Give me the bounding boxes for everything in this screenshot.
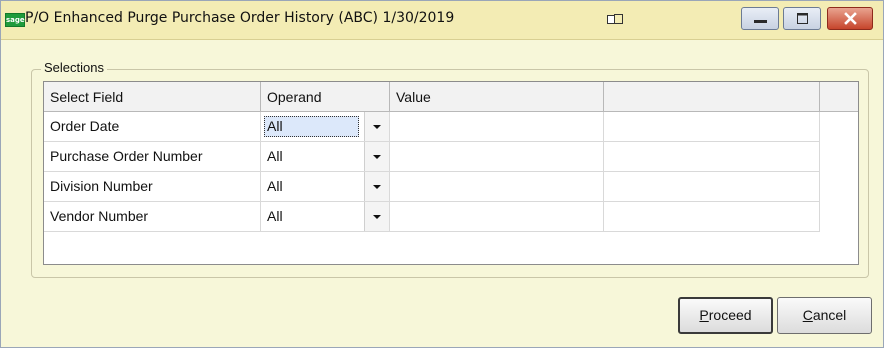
column-header-operand[interactable]: Operand bbox=[261, 82, 390, 112]
operand-value: All bbox=[267, 178, 283, 194]
proceed-mnemonic: P bbox=[699, 307, 709, 323]
operand-select[interactable]: All bbox=[261, 112, 390, 142]
table-row-field: Vendor Number bbox=[44, 202, 261, 232]
table-row-field: Order Date bbox=[44, 112, 261, 142]
operand-value: All bbox=[267, 208, 283, 224]
sage-logo-icon: sage bbox=[5, 13, 25, 27]
selections-grid: Select Field Operand Value Order Date Al… bbox=[43, 81, 859, 265]
table-row-field: Purchase Order Number bbox=[44, 142, 261, 172]
proceed-button[interactable]: Proceed bbox=[678, 297, 773, 334]
minimize-icon bbox=[754, 20, 767, 23]
close-icon bbox=[844, 12, 857, 25]
value-cell[interactable] bbox=[390, 202, 604, 232]
extra-cell[interactable] bbox=[604, 202, 820, 232]
cancel-button[interactable]: Cancel bbox=[777, 297, 872, 334]
table-row-field: Division Number bbox=[44, 172, 261, 202]
dropdown-button[interactable] bbox=[364, 112, 389, 141]
cancel-mnemonic: C bbox=[802, 307, 813, 323]
window-restore-icon[interactable] bbox=[607, 14, 623, 25]
column-header-select-field[interactable]: Select Field bbox=[44, 82, 261, 112]
close-button[interactable] bbox=[827, 7, 873, 30]
extra-cell[interactable] bbox=[604, 142, 820, 172]
dropdown-button[interactable] bbox=[364, 142, 389, 171]
value-cell[interactable] bbox=[390, 172, 604, 202]
value-cell[interactable] bbox=[390, 112, 604, 142]
operand-value: All bbox=[267, 118, 283, 134]
maximize-icon bbox=[797, 13, 808, 24]
chevron-down-icon bbox=[373, 185, 381, 189]
dialog-window: sage P/O Enhanced Purge Purchase Order H… bbox=[0, 0, 884, 348]
chevron-down-icon bbox=[373, 125, 381, 129]
operand-select[interactable]: All bbox=[261, 142, 390, 172]
title-bar[interactable]: sage P/O Enhanced Purge Purchase Order H… bbox=[1, 1, 883, 40]
proceed-label: roceed bbox=[708, 307, 752, 323]
extra-cell[interactable] bbox=[604, 112, 820, 142]
column-header-extra[interactable] bbox=[604, 82, 820, 112]
dropdown-button[interactable] bbox=[364, 202, 389, 231]
cancel-label: ancel bbox=[812, 307, 847, 323]
window-title: P/O Enhanced Purge Purchase Order Histor… bbox=[25, 10, 455, 26]
column-header-value[interactable]: Value bbox=[390, 82, 604, 112]
extra-cell[interactable] bbox=[604, 172, 820, 202]
maximize-button[interactable] bbox=[783, 7, 821, 30]
selections-group-label: Selections bbox=[41, 60, 107, 75]
operand-value: All bbox=[267, 148, 283, 164]
dropdown-button[interactable] bbox=[364, 172, 389, 201]
operand-select[interactable]: All bbox=[261, 172, 390, 202]
value-cell[interactable] bbox=[390, 142, 604, 172]
operand-select[interactable]: All bbox=[261, 202, 390, 232]
column-header-filler bbox=[820, 82, 858, 112]
minimize-button[interactable] bbox=[741, 7, 779, 30]
chevron-down-icon bbox=[373, 215, 381, 219]
chevron-down-icon bbox=[373, 155, 381, 159]
